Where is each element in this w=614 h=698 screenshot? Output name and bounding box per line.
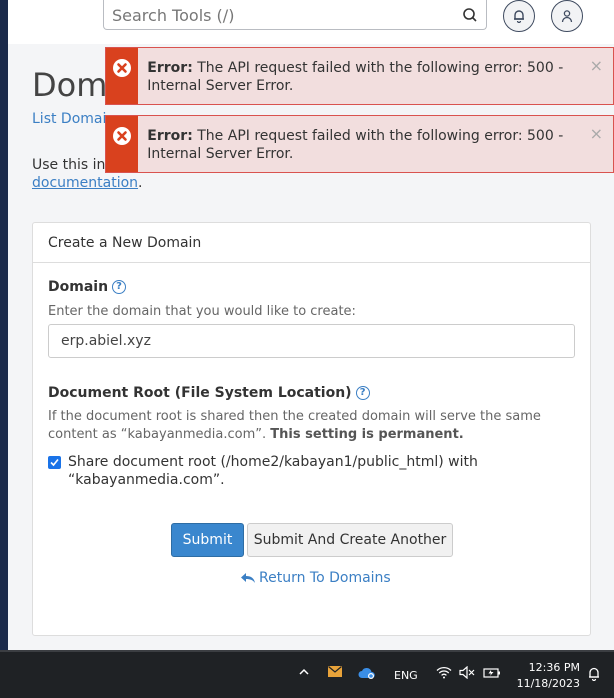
- user-menu-button[interactable]: [551, 0, 583, 32]
- error-icon: [113, 127, 132, 145]
- error-alert: Error: The API request failed with the f…: [105, 115, 614, 173]
- close-alert-button[interactable]: ×: [590, 124, 603, 143]
- doc-link-suffix: .: [138, 175, 143, 191]
- submit-button[interactable]: Submit: [171, 523, 244, 557]
- search-box[interactable]: [103, 0, 487, 30]
- clock-date: 11/18/2023: [516, 677, 580, 690]
- return-to-domains-link[interactable]: Return To Domains: [240, 570, 391, 586]
- search-icon[interactable]: [462, 7, 478, 23]
- error-label: Error:: [147, 128, 193, 144]
- show-hidden-icons-button[interactable]: [298, 666, 310, 678]
- error-icon-box: [106, 48, 139, 104]
- top-bar: [8, 0, 614, 44]
- clock-time: 12:36 PM: [528, 661, 580, 674]
- docroot-label-row: Document Root (File System Location)?: [48, 385, 370, 401]
- bell-icon: [514, 10, 524, 23]
- windows-taskbar: ENG 12:36 PM 11/18/2023: [0, 650, 614, 698]
- cloud-icon: [358, 667, 375, 679]
- domain-input[interactable]: [48, 324, 575, 358]
- share-docroot-row[interactable]: Share document root (/home2/kabayan1/pub…: [48, 453, 488, 489]
- volume-muted-icon: [459, 666, 475, 679]
- help-icon[interactable]: ?: [112, 280, 127, 294]
- return-to-domains-label[interactable]: Return To Domains: [259, 570, 391, 586]
- docroot-help-bold: This setting is permanent.: [270, 427, 464, 442]
- chevron-up-icon: [299, 668, 309, 675]
- breadcrumb-list-domains[interactable]: List Domain: [32, 111, 115, 127]
- main-content: Doma List Domain Use this int documentat…: [8, 44, 614, 650]
- language-label[interactable]: ENG: [394, 669, 418, 682]
- left-sidebar-strip: [0, 0, 8, 650]
- error-label: Error:: [147, 60, 193, 76]
- share-docroot-checkbox[interactable]: [48, 456, 61, 469]
- notification-bell-icon: [589, 667, 599, 681]
- share-docroot-label[interactable]: Share document root (/home2/kabayan1/pub…: [68, 453, 488, 489]
- wifi-icon: [436, 666, 452, 679]
- domain-label-row: Domain?: [48, 279, 127, 295]
- language-indicator[interactable]: ENG: [394, 669, 418, 682]
- notification-center-button[interactable]: [587, 666, 601, 681]
- wifi-tray-button[interactable]: [436, 666, 452, 679]
- cloud-tray-button[interactable]: [358, 666, 376, 680]
- error-text: The API request failed with the followin…: [147, 60, 564, 94]
- error-message: Error: The API request failed with the f…: [138, 48, 613, 104]
- create-domain-panel: Create a New Domain Domain? Enter the do…: [32, 222, 591, 636]
- submit-and-create-another-button[interactable]: Submit And Create Another: [247, 523, 453, 557]
- intro-text-label: Use this int: [32, 157, 111, 173]
- battery-tray-button[interactable]: [483, 666, 501, 679]
- notifications-button[interactable]: [503, 0, 535, 32]
- reply-arrow-icon: [241, 573, 255, 583]
- error-icon-box: [106, 116, 139, 172]
- checkmark-icon: [50, 458, 59, 467]
- error-icon: [113, 59, 132, 77]
- volume-tray-button[interactable]: [459, 666, 475, 679]
- mail-tray-button[interactable]: [328, 666, 342, 677]
- panel-title: Create a New Domain: [33, 223, 590, 263]
- clock[interactable]: 12:36 PM 11/18/2023: [514, 660, 580, 692]
- search-input[interactable]: [112, 4, 452, 26]
- help-icon[interactable]: ?: [355, 386, 370, 400]
- docroot-help: If the document root is shared then the …: [48, 408, 578, 444]
- domain-help: Enter the domain that you would like to …: [48, 304, 356, 319]
- error-message: Error: The API request failed with the f…: [138, 116, 613, 172]
- close-alert-button[interactable]: ×: [590, 56, 603, 75]
- user-icon: [561, 10, 573, 23]
- battery-charging-icon: [483, 668, 500, 678]
- error-text: The API request failed with the followin…: [147, 128, 564, 162]
- domain-label: Domain: [48, 279, 109, 295]
- docroot-label: Document Root (File System Location): [48, 385, 352, 401]
- documentation-link[interactable]: documentation: [32, 175, 138, 191]
- error-alert: Error: The API request failed with the f…: [105, 47, 614, 105]
- mail-icon: [328, 666, 342, 677]
